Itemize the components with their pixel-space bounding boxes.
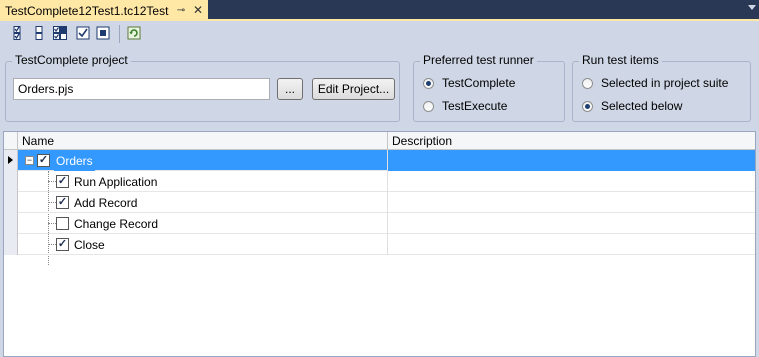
runner-testexecute-radio[interactable]: TestExecute xyxy=(423,99,507,113)
checkbox-close[interactable]: ✓ xyxy=(56,238,69,251)
row-header xyxy=(4,213,18,234)
row-header xyxy=(4,192,18,213)
check-all-icon[interactable] xyxy=(13,26,27,40)
project-group-label: TestComplete project xyxy=(12,53,131,67)
tree-line xyxy=(48,244,56,245)
browse-button[interactable]: ... xyxy=(277,78,303,100)
tree-line xyxy=(48,202,56,203)
document-tab-strip: TestComplete12Test1.tc12Test ⊸ ✕ xyxy=(0,0,759,21)
radio-selected-icon xyxy=(582,100,593,112)
project-group: TestComplete project Orders.pjs ... Edit… xyxy=(5,53,400,122)
project-file-input[interactable]: Orders.pjs xyxy=(13,78,270,100)
header-corner xyxy=(4,132,18,149)
checkbox-add-record[interactable]: ✓ xyxy=(56,196,69,209)
edit-project-button[interactable]: Edit Project... xyxy=(312,78,395,100)
check-selected-icon[interactable] xyxy=(53,26,67,40)
radio-unselected-icon xyxy=(582,77,593,89)
checkbox-run-application[interactable]: ✓ xyxy=(56,175,69,188)
row-header xyxy=(4,234,18,255)
table-row[interactable]: Change Record xyxy=(4,213,755,234)
radio-unselected-icon xyxy=(423,100,434,112)
column-header-description[interactable]: Description xyxy=(388,132,755,149)
column-separator xyxy=(387,192,388,213)
radio-label: Selected in project suite xyxy=(601,76,729,90)
item-description[interactable] xyxy=(388,150,755,171)
row-header xyxy=(4,150,18,171)
pin-icon[interactable]: ⊸ xyxy=(175,3,187,17)
item-name: Close xyxy=(74,237,105,252)
uncheck-icon[interactable] xyxy=(96,26,110,40)
runner-testcomplete-radio[interactable]: TestComplete xyxy=(423,76,515,90)
item-name: Add Record xyxy=(74,195,138,210)
column-separator xyxy=(387,171,388,192)
uncheck-all-icon[interactable] xyxy=(33,26,47,40)
collapse-icon[interactable]: − xyxy=(25,156,34,165)
toolbar xyxy=(0,21,759,47)
checkbox-change-record[interactable] xyxy=(56,217,69,230)
column-header-name[interactable]: Name xyxy=(18,132,388,149)
radio-label: Selected below xyxy=(601,99,683,113)
table-row[interactable]: ✓ Add Record xyxy=(4,192,755,213)
item-name: Change Record xyxy=(74,216,159,231)
column-separator xyxy=(387,213,388,234)
run-items-group-label: Run test items xyxy=(579,53,662,67)
table-row[interactable]: ✓ Run Application xyxy=(4,171,755,192)
radio-label: TestComplete xyxy=(442,76,516,90)
row-header xyxy=(4,171,18,192)
run-selected-in-suite-radio[interactable]: Selected in project suite xyxy=(582,76,728,90)
run-selected-below-radio[interactable]: Selected below xyxy=(582,99,682,113)
grid-header: Name Description xyxy=(4,132,755,150)
column-separator xyxy=(387,150,388,171)
runner-group-label: Preferred test runner xyxy=(420,53,537,67)
radio-label: TestExecute xyxy=(442,99,508,113)
runner-group: Preferred test runner TestComplete TestE… xyxy=(413,53,565,122)
refresh-icon[interactable] xyxy=(127,26,141,40)
check-icon[interactable] xyxy=(76,26,90,40)
tree-line xyxy=(48,223,56,224)
item-name: Run Application xyxy=(74,174,158,189)
document-tab[interactable]: TestComplete12Test1.tc12Test ⊸ ✕ xyxy=(0,0,208,21)
run-items-group: Run test items Selected in project suite… xyxy=(572,53,751,122)
close-icon[interactable]: ✕ xyxy=(192,3,204,17)
test-editor-panel: TestComplete project Orders.pjs ... Edit… xyxy=(0,21,759,357)
column-separator xyxy=(387,234,388,255)
tab-title: TestComplete12Test1.tc12Test xyxy=(5,3,169,18)
chevron-down-icon[interactable] xyxy=(748,5,756,10)
table-row[interactable]: − ✓ Orders xyxy=(4,150,755,171)
test-items-grid: Name Description − ✓ Orders ✓ Run Applic… xyxy=(3,131,756,357)
table-row[interactable]: ✓ Close xyxy=(4,234,755,255)
radio-selected-icon xyxy=(423,77,434,89)
current-row-icon xyxy=(8,156,13,164)
checkbox-orders[interactable]: ✓ xyxy=(37,154,50,167)
item-name: Orders xyxy=(54,150,95,171)
tree-line xyxy=(48,181,56,182)
toolbar-separator xyxy=(119,25,120,43)
